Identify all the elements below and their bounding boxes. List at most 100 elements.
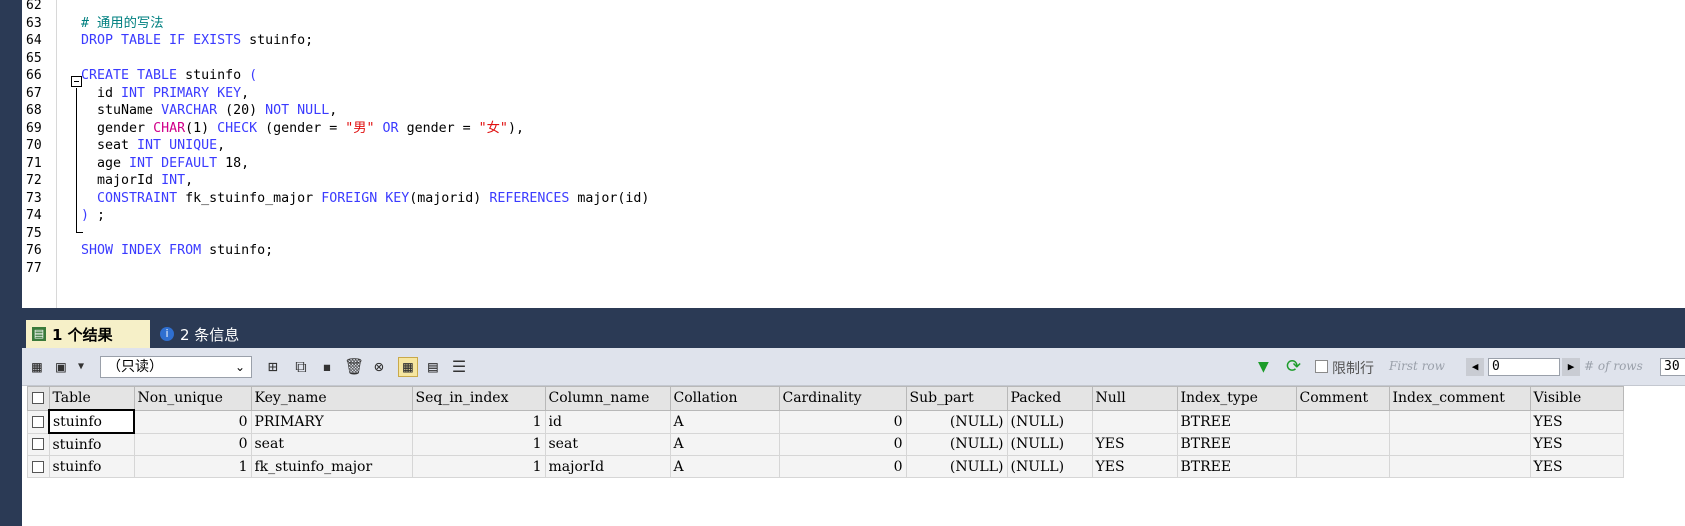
column-header[interactable]: Index_comment (1388, 386, 1531, 411)
table-cell[interactable]: A (669, 455, 780, 478)
table-cell[interactable]: YES (1529, 455, 1624, 478)
form-view-icon[interactable]: ▤ (424, 358, 442, 376)
table-cell[interactable]: BTREE (1176, 432, 1297, 456)
table-cell[interactable]: seat (544, 432, 671, 456)
table-cell[interactable]: A (669, 409, 780, 434)
column-header[interactable]: Table (48, 386, 135, 411)
table-cell[interactable] (1388, 409, 1531, 434)
table-cell[interactable]: 0 (778, 432, 907, 456)
line-number: 77 (26, 260, 42, 276)
column-header[interactable]: Cardinality (778, 386, 907, 411)
tab-messages[interactable]: i 2 条信息 (154, 320, 254, 348)
table-cell[interactable] (1388, 432, 1531, 456)
export-icon[interactable]: ▦ (28, 358, 46, 376)
table-cell[interactable]: majorId (544, 455, 671, 478)
code-line[interactable]: DROP TABLE IF EXISTS stuinfo; (81, 32, 313, 50)
result-grid[interactable]: Table Non_unique Key_name Seq_in_index Colum… (22, 386, 1685, 526)
table-cell[interactable] (1091, 409, 1178, 434)
column-header[interactable]: Packed (1006, 386, 1093, 411)
filter-icon[interactable]: ▼ (1258, 356, 1269, 377)
table-cell[interactable]: stuinfo (48, 455, 135, 478)
result-mode-select[interactable]: （只读） ⌄ (100, 356, 252, 378)
table-cell[interactable] (1295, 455, 1390, 478)
table-cell[interactable]: YES (1091, 455, 1178, 478)
column-header[interactable]: Non_unique (133, 386, 252, 411)
column-header[interactable]: Visible (1529, 386, 1624, 411)
text-view-icon[interactable]: ☰ (450, 358, 468, 376)
table-cell[interactable]: 1 (411, 409, 546, 434)
code-line[interactable]: ) ; (81, 207, 105, 225)
column-header[interactable]: Sub_part (905, 386, 1008, 411)
delete-icon[interactable]: 🗑 (344, 358, 364, 376)
table-cell[interactable]: 1 (133, 455, 252, 478)
table-cell[interactable] (1295, 432, 1390, 456)
code-line[interactable]: CREATE TABLE stuinfo ( (81, 67, 257, 85)
table-cell[interactable]: seat (250, 432, 413, 456)
code-line[interactable]: SHOW INDEX FROM stuinfo; (81, 242, 273, 260)
next-page-button[interactable]: ▶ (1562, 358, 1580, 376)
column-header[interactable]: Seq_in_index (411, 386, 546, 411)
row-checkbox[interactable] (27, 432, 50, 456)
refresh-icon[interactable]: ⟳ (1286, 356, 1301, 377)
column-header[interactable]: Key_name (250, 386, 413, 411)
column-header[interactable]: Comment (1295, 386, 1390, 411)
table-cell[interactable]: (NULL) (905, 409, 1008, 434)
first-row-input[interactable]: 0 (1488, 358, 1560, 376)
table-cell[interactable]: 0 (778, 455, 907, 478)
table-cell[interactable]: stuinfo (48, 432, 135, 456)
cancel-changes-icon[interactable]: ⊗ (370, 358, 388, 376)
table-cell[interactable]: 1 (411, 455, 546, 478)
table-cell[interactable] (1388, 455, 1531, 478)
select-all-checkbox[interactable] (27, 386, 50, 411)
table-cell[interactable]: fk_stuinfo_major (250, 455, 413, 478)
table-cell[interactable]: BTREE (1176, 409, 1297, 434)
table-cell[interactable]: BTREE (1176, 455, 1297, 478)
column-header[interactable]: Column_name (544, 386, 671, 411)
table-cell[interactable]: 1 (411, 432, 546, 456)
table-cell[interactable]: stuinfo (48, 409, 135, 434)
column-header[interactable]: Null (1091, 386, 1178, 411)
code-line[interactable]: majorId INT, (81, 172, 193, 190)
row-checkbox[interactable] (27, 455, 50, 478)
table-row[interactable]: stuinfo 1 fk_stuinfo_major 1 majorId A 0 (NULL)… (27, 455, 1624, 478)
prev-page-button[interactable]: ◀ (1466, 358, 1484, 376)
table-row[interactable]: stuinfo 0 seat 1 seat A 0 (NULL) (NULL) YES BTREE Y… (27, 432, 1624, 456)
table-cell[interactable]: YES (1529, 432, 1624, 456)
table-cell[interactable]: (NULL) (905, 432, 1008, 456)
table-cell[interactable]: 0 (133, 409, 252, 434)
save-icon[interactable]: ▪ (318, 358, 336, 376)
code-line[interactable]: gender CHAR(1) CHECK (gender = "男" OR ge… (81, 120, 524, 138)
column-header[interactable]: Index_type (1176, 386, 1297, 411)
duplicate-row-icon[interactable]: ⧉ (292, 358, 310, 376)
table-cell[interactable]: A (669, 432, 780, 456)
table-cell[interactable]: (NULL) (1006, 455, 1093, 478)
code-line[interactable]: age INT DEFAULT 18, (81, 155, 249, 173)
tab-results[interactable]: ▤ 1 个结果 (26, 320, 150, 348)
table-cell[interactable]: YES (1091, 432, 1178, 456)
limit-rows-checkbox[interactable] (1315, 360, 1328, 373)
insert-row-icon[interactable]: ⊞ (264, 358, 282, 376)
table-cell[interactable]: 0 (133, 432, 252, 456)
import-icon[interactable]: ▣ (52, 358, 70, 376)
table-cell[interactable]: YES (1529, 409, 1624, 434)
code-line[interactable]: id INT PRIMARY KEY, (81, 85, 249, 103)
chevron-down-icon[interactable]: ▼ (72, 358, 90, 376)
code-line[interactable]: seat INT UNIQUE, (81, 137, 225, 155)
table-row[interactable]: stuinfo 0 PRIMARY 1 id A 0 (NULL) (NULL) BTREE YES (27, 409, 1624, 434)
panel-divider[interactable] (22, 308, 1685, 320)
table-cell[interactable]: 0 (778, 409, 907, 434)
table-cell[interactable]: (NULL) (1006, 432, 1093, 456)
table-cell[interactable]: (NULL) (1006, 409, 1093, 434)
table-cell[interactable]: id (544, 409, 671, 434)
table-cell[interactable]: (NULL) (905, 455, 1008, 478)
fold-toggle-icon[interactable] (71, 76, 82, 87)
code-line[interactable]: CONSTRAINT fk_stuinfo_major FOREIGN KEY(… (81, 190, 649, 208)
grid-view-icon[interactable]: ▦ (398, 357, 418, 377)
column-header[interactable]: Collation (669, 386, 780, 411)
rows-count-input[interactable]: 30 (1660, 358, 1685, 376)
code-line[interactable]: # 通用的写法 (81, 15, 164, 33)
table-cell[interactable]: PRIMARY (250, 409, 413, 434)
table-cell[interactable] (1295, 409, 1390, 434)
row-checkbox[interactable] (27, 409, 50, 434)
code-line[interactable]: stuName VARCHAR (20) NOT NULL, (81, 102, 337, 120)
